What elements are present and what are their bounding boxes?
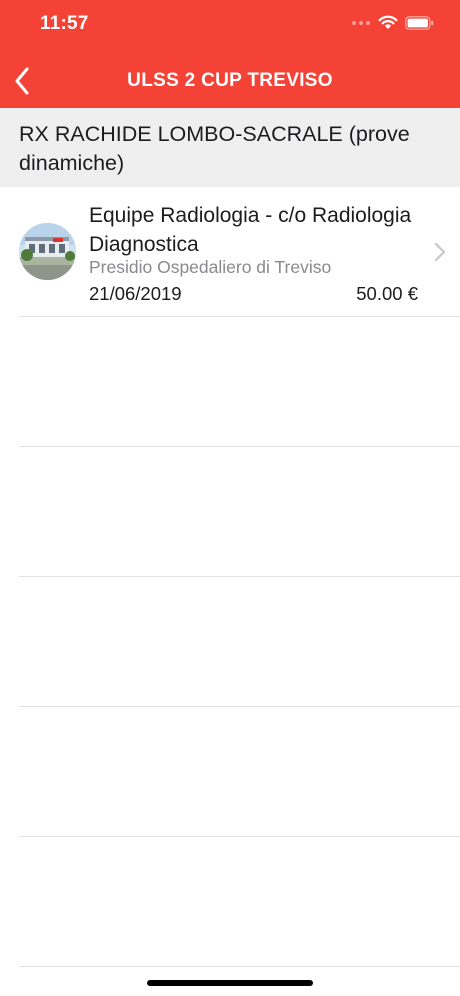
hospital-thumbnail [19,223,76,280]
signal-dots-icon [352,20,370,25]
home-indicator[interactable] [147,980,313,986]
empty-row [19,447,460,577]
app-header: 11:57 ULSS 2 CUP TREVISO [0,0,460,108]
status-time: 11:57 [40,13,89,34]
price: 50.00 € [356,283,418,304]
empty-row [19,577,460,707]
nav-title: ULSS 2 CUP TREVISO [127,70,333,91]
wifi-icon [378,15,398,29]
appointment-date: 21/06/2019 [89,283,182,304]
empty-row [19,707,460,837]
battery-icon [405,15,434,30]
results-list: Equipe Radiologia - c/o Radiologia Diagn… [0,187,460,967]
facility-name: Presidio Ospedaliero di Treviso [89,257,332,277]
exam-title: RX RACHIDE LOMBO-SACRALE (prove dinamich… [0,108,460,187]
status-icons [351,15,434,30]
nav-bar: ULSS 2 CUP TREVISO [0,55,460,107]
status-bar: 11:57 [0,0,460,50]
empty-row [19,837,460,967]
empty-row [19,317,460,447]
provider-name: Equipe Radiologia - c/o Radiologia Diagn… [89,204,412,256]
chevron-right-icon [434,242,446,262]
list-item-provider[interactable]: Equipe Radiologia - c/o Radiologia Diagn… [19,187,460,317]
